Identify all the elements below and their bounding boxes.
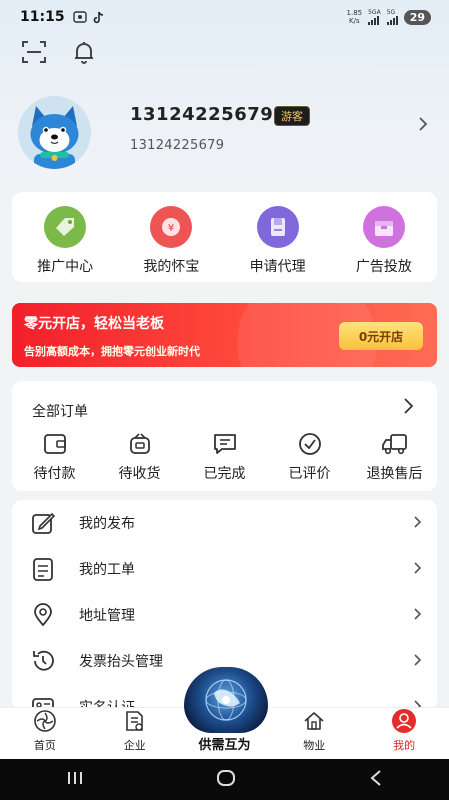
shortcut-label: 申请代理 (249, 259, 306, 275)
speed-value: 1.85 (346, 9, 363, 17)
network-speed: 1.85 K/s (347, 9, 363, 25)
tab-label: 企业 (123, 739, 146, 752)
banner-subtitle: 告别高额成本，拥抱零元创业新时代 (24, 345, 200, 358)
order-after-sales[interactable]: 退换售后 (352, 431, 437, 483)
battery-indicator: 29 (403, 9, 431, 25)
chevron-right-icon[interactable] (418, 116, 428, 136)
shortcut-grid: 推广中心 ¥ 我的怀宝 申请代理 广告投放 (12, 192, 437, 282)
order-pending-payment[interactable]: 待付款 (12, 431, 97, 483)
recent-apps-icon[interactable] (65, 770, 85, 790)
guest-badge: 游客 (274, 106, 310, 126)
tag-icon (44, 206, 87, 248)
location-icon (28, 600, 58, 630)
menu-label: 我的工单 (79, 562, 135, 578)
status-time: 11:15 (20, 9, 65, 25)
menu-my-posts[interactable]: 我的发布 (12, 500, 437, 546)
property-icon (301, 708, 327, 734)
shortcut-ad-placement[interactable]: 广告投放 (331, 192, 437, 282)
shortcut-label: 我的怀宝 (143, 259, 200, 275)
order-completed[interactable]: 已完成 (182, 431, 267, 483)
wallet-icon: ¥ (150, 206, 193, 248)
supply-demand-button[interactable] (184, 667, 268, 733)
shortcut-label: 广告投放 (355, 259, 412, 275)
globe-icon (205, 679, 247, 721)
order-label: 退换售后 (366, 466, 423, 482)
chevron-right-icon (413, 560, 423, 579)
tab-mine[interactable]: 我的 (359, 708, 449, 759)
tab-label: 我的 (393, 739, 416, 752)
sim1-signal: 5GA (368, 9, 381, 25)
document-icon (256, 206, 299, 248)
promo-banner[interactable]: 零元开店，轻松当老板 告别高额成本，拥抱零元创业新时代 0元开店 (12, 303, 437, 367)
tab-center-label: 供需互为 (198, 738, 251, 753)
tiktok-icon (93, 11, 103, 23)
menu-label: 发票抬头管理 (79, 654, 163, 670)
notification-button[interactable] (70, 38, 98, 66)
chevron-right-icon (413, 606, 423, 625)
order-reviewed[interactable]: 已评价 (267, 431, 352, 483)
banner-title: 零元开店，轻松当老板 (24, 316, 164, 332)
profile-subtitle: 13124225679 (130, 138, 225, 153)
chevron-right-icon[interactable] (403, 397, 415, 419)
edit-icon (28, 508, 58, 538)
open-store-button[interactable]: 0元开店 (339, 322, 423, 350)
history-icon (28, 646, 58, 676)
shortcut-label: 推广中心 (37, 259, 94, 275)
tab-property[interactable]: 物业 (269, 708, 359, 759)
clipboard-icon (28, 554, 58, 584)
home-icon (32, 708, 58, 734)
tab-label: 物业 (303, 739, 326, 752)
status-right: 1.85 K/s 5GA 5G 29 (347, 9, 431, 25)
order-label: 已完成 (203, 466, 246, 482)
user-icon (391, 708, 417, 734)
menu-label: 地址管理 (79, 608, 135, 624)
speed-unit: K/s (349, 17, 360, 25)
enterprise-icon (122, 708, 148, 734)
order-pending-receipt[interactable]: 待收货 (97, 431, 182, 483)
status-left-icons (72, 11, 105, 24)
shortcut-apply-agent[interactable]: 申请代理 (225, 192, 331, 282)
order-label: 待收货 (118, 466, 161, 482)
menu-label: 我的发布 (79, 516, 135, 532)
menu-address-management[interactable]: 地址管理 (12, 592, 437, 638)
svg-text:¥: ¥ (168, 223, 174, 234)
menu-my-tickets[interactable]: 我的工单 (12, 546, 437, 592)
chevron-right-icon (413, 514, 423, 533)
message-icon (211, 431, 239, 457)
status-bar: 11:15 1.85 K/s 5GA 5G 29 (0, 0, 449, 34)
shortcut-promotion-center[interactable]: 推广中心 (12, 192, 118, 282)
profile-header[interactable]: 13124225679 游客 13124225679 (18, 96, 432, 169)
profile-phone: 13124225679 (130, 104, 274, 125)
husky-avatar-icon (18, 96, 91, 169)
truck-icon (381, 431, 409, 457)
tab-label: 首页 (33, 739, 56, 752)
order-label: 待付款 (33, 466, 76, 482)
back-icon[interactable] (368, 769, 384, 791)
order-status-row: 待付款 待收货 已完成 已评价 退换售后 (12, 431, 437, 483)
orders-card: 全部订单 待付款 待收货 已完成 已评价 退换售后 (12, 381, 437, 491)
package-icon (126, 431, 154, 457)
bell-icon (75, 42, 93, 64)
tab-enterprise[interactable]: 企业 (90, 708, 180, 759)
system-nav-bar (0, 759, 449, 800)
home-nav-icon[interactable] (215, 769, 237, 791)
shortcut-my-treasure[interactable]: ¥ 我的怀宝 (118, 192, 224, 282)
chevron-right-icon (413, 652, 423, 671)
header-toolbar (20, 38, 98, 66)
ad-box-icon (362, 206, 405, 248)
tab-home[interactable]: 首页 (0, 708, 90, 759)
order-label: 已评价 (288, 466, 331, 482)
screen-cast-icon (72, 11, 87, 23)
all-orders-link[interactable]: 全部订单 (32, 401, 88, 421)
sim2-signal: 5G (386, 9, 398, 25)
check-circle-icon (296, 431, 324, 457)
scan-button[interactable] (20, 38, 48, 66)
wallet-icon (41, 431, 69, 457)
scan-icon (22, 41, 46, 63)
avatar[interactable] (18, 96, 91, 169)
